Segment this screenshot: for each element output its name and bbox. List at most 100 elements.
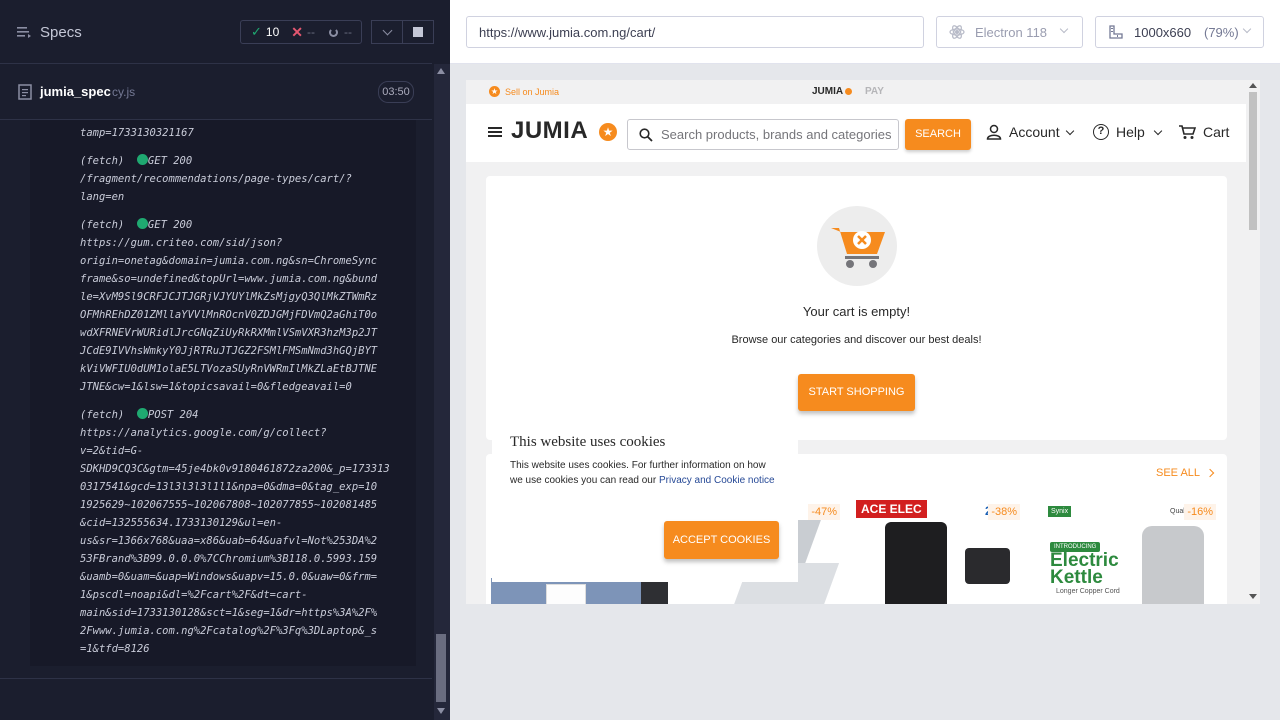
start-shopping-button[interactable]: START SHOPPING — [798, 374, 915, 411]
powerbank-image — [885, 522, 947, 604]
app-under-test-frame: ★ Sell on Jumia JUMIA PAY JUMIA ★ Search… — [466, 80, 1260, 604]
empty-cart-title: Your cart is empty! — [802, 304, 911, 319]
stop-icon — [413, 27, 423, 37]
log-url: /fragment/recommendations/page-types/car… — [80, 173, 352, 203]
chevron-right-icon — [1205, 468, 1214, 478]
product-image-part — [965, 548, 1010, 584]
product-card[interactable]: Synix Quality INTRODUCING Electric Kettl… — [1042, 498, 1222, 604]
failed-count: -- — [307, 25, 315, 39]
log-url: https://gum.criteo.com/sid/json? origin=… — [80, 237, 378, 393]
log-status: GET 200 — [147, 219, 193, 231]
test-stats: ✓ 10 ✕ -- -- — [240, 20, 362, 44]
electron-icon — [949, 25, 965, 39]
site-header: JUMIA ★ Search products, brands and cate… — [466, 104, 1246, 162]
product-image-part — [546, 584, 586, 604]
product-subtitle: Longer Copper Cord — [1056, 588, 1120, 595]
chevron-down-icon — [1065, 126, 1075, 136]
kettle-image — [1142, 526, 1204, 604]
discount-badge: -38% — [988, 504, 1020, 520]
url-bar[interactable]: https://www.jumia.com.ng/cart/ — [466, 16, 924, 48]
discount-badge: -16% — [1184, 504, 1216, 520]
log-status: POST 204 — [147, 409, 199, 421]
empty-cart-subtitle: Browse our categories and discover our b… — [731, 334, 982, 346]
log-entry[interactable]: (fetch) GET 200 /fragment/recommendation… — [30, 152, 416, 206]
help-label: Help — [1116, 124, 1145, 140]
menu-hamburger-icon[interactable] — [488, 127, 502, 137]
browser-selector[interactable]: Electron 118 — [936, 16, 1083, 48]
browser-label: Electron 118 — [975, 25, 1048, 40]
log-line: %22te%22:1004%7D,%22navigation%22:%7B%7D… — [80, 120, 358, 139]
scroll-up-arrow-icon[interactable] — [437, 68, 445, 74]
cookie-banner: This website uses cookies This website u… — [492, 422, 798, 582]
stop-button[interactable] — [402, 20, 434, 44]
discount-badge: -47% — [808, 504, 840, 520]
pending-count: -- — [344, 25, 352, 39]
pass-check-icon: ✓ — [251, 24, 262, 39]
scrollbar-thumb[interactable] — [1249, 92, 1257, 230]
spec-file-row[interactable]: jumia_spec cy.js 03:50 — [0, 64, 432, 120]
shopping-cart-icon — [831, 228, 885, 268]
cart-icon — [1179, 125, 1196, 139]
log-label: (fetch) — [80, 409, 125, 421]
product-card[interactable]: ACE ELEC 20 -38% — [850, 498, 1026, 604]
log-entry[interactable]: (fetch) GET 200 https://gum.criteo.com/s… — [30, 216, 416, 396]
chevron-down-icon — [1153, 126, 1163, 136]
specs-list-icon[interactable] — [16, 24, 32, 40]
jumia-logo[interactable]: JUMIA — [511, 117, 588, 145]
pending-spinner-icon — [329, 27, 338, 37]
see-all-label: SEE ALL — [1156, 467, 1200, 479]
chevron-down-icon — [1059, 24, 1069, 34]
spec-duration: 03:50 — [378, 81, 414, 103]
empty-cart-card: Your cart is empty! Browse our categorie… — [486, 176, 1227, 440]
brand-badge: ACE ELEC — [856, 500, 927, 518]
viewport-selector[interactable]: 1000x660 (79%) — [1095, 16, 1264, 48]
spec-file-name: jumia_spec — [40, 84, 111, 99]
page-scrollbar[interactable] — [1246, 80, 1260, 604]
privacy-cookie-link[interactable]: Privacy and Cookie notice — [659, 475, 775, 486]
log-entry[interactable]: (fetch) POST 204 https://analytics.googl… — [30, 406, 416, 658]
fail-x-icon: ✕ — [291, 23, 303, 40]
cookie-title: This website uses cookies — [510, 434, 666, 450]
status-dot-icon — [136, 408, 148, 419]
divider — [0, 678, 432, 679]
scroll-up-arrow-icon[interactable] — [1249, 83, 1257, 88]
specs-title[interactable]: Specs — [40, 24, 82, 41]
scrollbar-thumb[interactable] — [436, 634, 446, 702]
account-label: Account — [1009, 124, 1060, 140]
empty-cart-illustration — [817, 206, 897, 286]
search-button[interactable]: SEARCH — [905, 119, 971, 150]
status-dot-icon — [136, 154, 148, 165]
collapse-button[interactable] — [371, 20, 403, 44]
cypress-reporter-panel: Specs ✓ 10 ✕ -- -- jumia_spec cy.js 03:5… — [0, 0, 450, 720]
cookie-text: This website uses cookies. For further i… — [510, 458, 776, 488]
logo-star-icon: ★ — [599, 123, 617, 141]
accept-cookies-button[interactable]: ACCEPT COOKIES — [664, 521, 779, 559]
chevron-down-icon — [1242, 24, 1252, 34]
scroll-down-arrow-icon[interactable] — [437, 708, 445, 714]
sell-on-jumia-link[interactable]: Sell on Jumia — [505, 87, 559, 97]
search-icon — [639, 128, 653, 142]
log-url: https://analytics.google.com/g/collect? … — [80, 427, 390, 655]
jumia-pay-logo[interactable]: PAY — [865, 86, 884, 97]
file-icon — [18, 84, 32, 100]
star-icon: ★ — [489, 86, 500, 97]
see-all-link[interactable]: SEE ALL — [1156, 467, 1214, 479]
aut-toolbar: https://www.jumia.com.ng/cart/ Electron … — [450, 0, 1280, 64]
star-icon — [845, 88, 852, 95]
scroll-down-arrow-icon[interactable] — [1249, 594, 1257, 599]
jumia-mini-logo[interactable]: JUMIA — [812, 86, 843, 97]
top-strip: ★ Sell on Jumia JUMIA PAY — [466, 80, 1246, 104]
search-placeholder: Search products, brands and categories — [661, 127, 892, 142]
product-title: Electric Kettle — [1050, 550, 1119, 588]
help-icon: ? — [1093, 124, 1109, 140]
specs-header: Specs ✓ 10 ✕ -- -- — [0, 0, 434, 64]
passed-count: 10 — [265, 25, 280, 39]
chevron-down-icon — [382, 25, 392, 35]
brand-logo: Synix — [1048, 506, 1072, 517]
search-input[interactable]: Search products, brands and categories — [627, 119, 899, 150]
reporter-scrollbar[interactable] — [434, 64, 450, 720]
log-label: (fetch) — [80, 219, 125, 231]
ruler-icon — [1109, 25, 1123, 39]
spec-file-ext: cy.js — [112, 85, 136, 99]
command-log: %22te%22:1004%7D,%22navigation%22:%7B%7D… — [30, 120, 416, 666]
